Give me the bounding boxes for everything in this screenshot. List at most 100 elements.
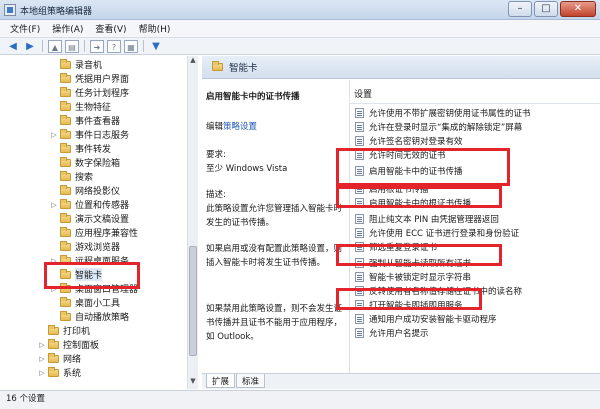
menu-view[interactable]: 查看(V) bbox=[89, 22, 132, 35]
expander-icon[interactable]: ▷ bbox=[50, 201, 58, 209]
tree-item[interactable]: 任务计划程序 bbox=[50, 86, 129, 99]
policy-setting-icon bbox=[355, 135, 364, 146]
tree-item-label: 网络 bbox=[63, 355, 82, 365]
expander-icon[interactable]: ▷ bbox=[38, 355, 46, 363]
status-bar: 16 个设置 bbox=[0, 390, 600, 409]
tree-item[interactable]: 演示文稿设置 bbox=[50, 212, 129, 225]
policy-setting-icon bbox=[355, 327, 364, 338]
folder-icon bbox=[60, 72, 71, 83]
tree-item-label: 事件日志服务 bbox=[75, 131, 130, 141]
list-item[interactable]: 打开智能卡即插即用服务 bbox=[350, 298, 600, 311]
expander-icon[interactable]: ▷ bbox=[50, 257, 58, 265]
list-item[interactable]: 启用智能卡中的根证书传播 bbox=[350, 196, 600, 209]
tree-item[interactable]: ▷ 桌面窗口管理器 bbox=[50, 282, 138, 295]
up-folder-icon[interactable]: ▲ bbox=[48, 39, 62, 53]
menu-action[interactable]: 操作(A) bbox=[46, 22, 89, 35]
tree-item[interactable]: 录音机 bbox=[50, 58, 102, 71]
requirements-value: 至少 Windows Vista bbox=[206, 164, 288, 174]
expander-icon[interactable]: ▷ bbox=[50, 285, 58, 293]
tree-item[interactable]: 搜索 bbox=[50, 170, 93, 183]
folder-icon bbox=[212, 61, 223, 71]
expander-icon[interactable]: ▷ bbox=[38, 369, 46, 377]
scroll-thumb[interactable] bbox=[189, 246, 197, 356]
toolbar-separator bbox=[84, 40, 85, 52]
folder-icon bbox=[48, 352, 59, 363]
tree-item[interactable]: 打印机 bbox=[38, 324, 90, 337]
expander-icon[interactable]: ▷ bbox=[38, 341, 46, 349]
tab-extended[interactable]: 扩展 bbox=[206, 374, 236, 388]
scroll-up-icon[interactable]: ▲ bbox=[188, 56, 198, 67]
tree-item[interactable]: ▷ 系统 bbox=[38, 366, 81, 379]
tree-item[interactable]: ▷ 控制面板 bbox=[38, 338, 99, 351]
filter-icon[interactable]: ▼ bbox=[149, 40, 163, 53]
tree-item[interactable]: ▷ 网络 bbox=[38, 352, 81, 365]
tree-item-label: 网络投影仪 bbox=[75, 187, 121, 197]
tree-scrollbar[interactable]: ▲ ▼ bbox=[187, 56, 198, 389]
folder-icon bbox=[48, 338, 59, 349]
list-item[interactable]: 允许使用不带扩展密钥使用证书属性的证书 bbox=[350, 106, 600, 119]
disabled-text: 如果禁用此策略设置，则不会发生证书传播并且证书不能用于应用程序，如 Outloo… bbox=[206, 304, 343, 342]
tree-item-smart-card[interactable]: 智能卡 bbox=[50, 268, 103, 281]
edit-policy-line: 编辑策略设置 bbox=[206, 120, 348, 134]
list-item[interactable]: 允许在登录时显示“集成的解除锁定”屏幕 bbox=[350, 120, 600, 133]
list-item[interactable]: 通知用户成功安装智能卡驱动程序 bbox=[350, 312, 600, 325]
list-item[interactable]: 反转使用者名称值存储在证书中的读名称 bbox=[350, 284, 600, 297]
list-item[interactable]: 阻止纯文本 PIN 由凭据管理器返回 bbox=[350, 212, 600, 225]
edit-prefix: 编辑 bbox=[206, 122, 224, 132]
tree-item-label: 打印机 bbox=[63, 327, 91, 337]
window-title: 本地组策略编辑器 bbox=[20, 7, 93, 17]
policy-title: 启用智能卡中的证书传播 bbox=[206, 92, 300, 102]
setting-label: 允许时间无效的证书 bbox=[369, 150, 446, 161]
list-item[interactable]: 智能卡被锁定时显示字符串 bbox=[350, 270, 600, 283]
maximize-button[interactable]: □ bbox=[534, 1, 558, 17]
tree-item-label: 凭据用户界面 bbox=[75, 75, 130, 85]
export-list-icon[interactable]: ➜ bbox=[90, 39, 104, 53]
tree-item[interactable]: 网络投影仪 bbox=[50, 184, 120, 197]
list-item[interactable]: 允许使用 ECC 证书进行登录和身份验证 bbox=[350, 226, 600, 239]
tree-item[interactable]: ▷ 远程桌面服务 bbox=[50, 254, 129, 267]
tab-standard[interactable]: 标准 bbox=[236, 374, 266, 388]
expander-icon[interactable]: ▷ bbox=[50, 131, 58, 139]
tree-item[interactable]: ▷ 位置和传感器 bbox=[50, 198, 129, 211]
tree-item[interactable]: 桌面小工具 bbox=[50, 296, 120, 309]
list-item[interactable]: 允许签名密钥对登录有效 bbox=[350, 134, 600, 147]
list-item[interactable]: 允许时间无效的证书 bbox=[350, 148, 600, 161]
list-item[interactable]: 筛选重复登录证书 bbox=[350, 240, 600, 253]
help-icon[interactable]: ? bbox=[107, 39, 121, 53]
toolbar-separator bbox=[42, 40, 43, 52]
tree-item[interactable]: 应用程序兼容性 bbox=[50, 226, 138, 239]
folder-icon bbox=[60, 114, 71, 125]
setting-label: 启用智能卡中的根证书传播 bbox=[369, 198, 472, 209]
column-header-setting[interactable]: 设置 bbox=[350, 88, 600, 104]
tree-item-label: 自动播放策略 bbox=[75, 313, 130, 323]
tree-item[interactable]: 事件转发 bbox=[50, 142, 111, 155]
forward-arrow-icon[interactable]: ▶ bbox=[23, 40, 37, 53]
tree-item[interactable]: 凭据用户界面 bbox=[50, 72, 129, 85]
toolbar: ◀ ▶ ▲ ▤ ➜ ? ▦ ▼ bbox=[0, 38, 600, 55]
list-item[interactable]: 启用智能卡中的证书传播 bbox=[350, 164, 600, 177]
tree-item[interactable]: 生物特征 bbox=[50, 100, 111, 113]
tree-item[interactable]: 游戏浏览器 bbox=[50, 240, 120, 253]
policy-setting-icon bbox=[355, 197, 364, 208]
show-tree-icon[interactable]: ▤ bbox=[65, 39, 79, 53]
list-item[interactable]: 强制从智能卡读取所有证书 bbox=[350, 256, 600, 269]
tree-item[interactable]: 自动播放策略 bbox=[50, 310, 129, 323]
folder-icon bbox=[60, 184, 71, 195]
properties-icon[interactable]: ▦ bbox=[124, 39, 138, 53]
menu-file[interactable]: 文件(F) bbox=[4, 22, 46, 35]
scroll-down-icon[interactable]: ▼ bbox=[188, 377, 198, 388]
menu-help[interactable]: 帮助(H) bbox=[133, 22, 177, 35]
list-item[interactable]: 允许用户名提示 bbox=[350, 326, 600, 339]
setting-label: 允许使用 ECC 证书进行登录和身份验证 bbox=[369, 228, 520, 239]
tree-item[interactable]: ▷ 事件日志服务 bbox=[50, 128, 129, 141]
back-arrow-icon[interactable]: ◀ bbox=[6, 40, 20, 53]
folder-icon bbox=[48, 324, 59, 335]
setting-label: 智能卡被锁定时显示字符串 bbox=[369, 272, 472, 283]
list-item[interactable]: 启用根证书传播 bbox=[350, 182, 600, 195]
tree-item[interactable]: 数字保险箱 bbox=[50, 156, 120, 169]
requirements-label: 要求: bbox=[206, 150, 226, 160]
close-button[interactable]: ✕ bbox=[560, 1, 596, 17]
minimize-button[interactable]: – bbox=[508, 1, 532, 17]
tree-item[interactable]: 事件查看器 bbox=[50, 114, 120, 127]
edit-policy-link[interactable]: 策略设置 bbox=[223, 122, 257, 132]
